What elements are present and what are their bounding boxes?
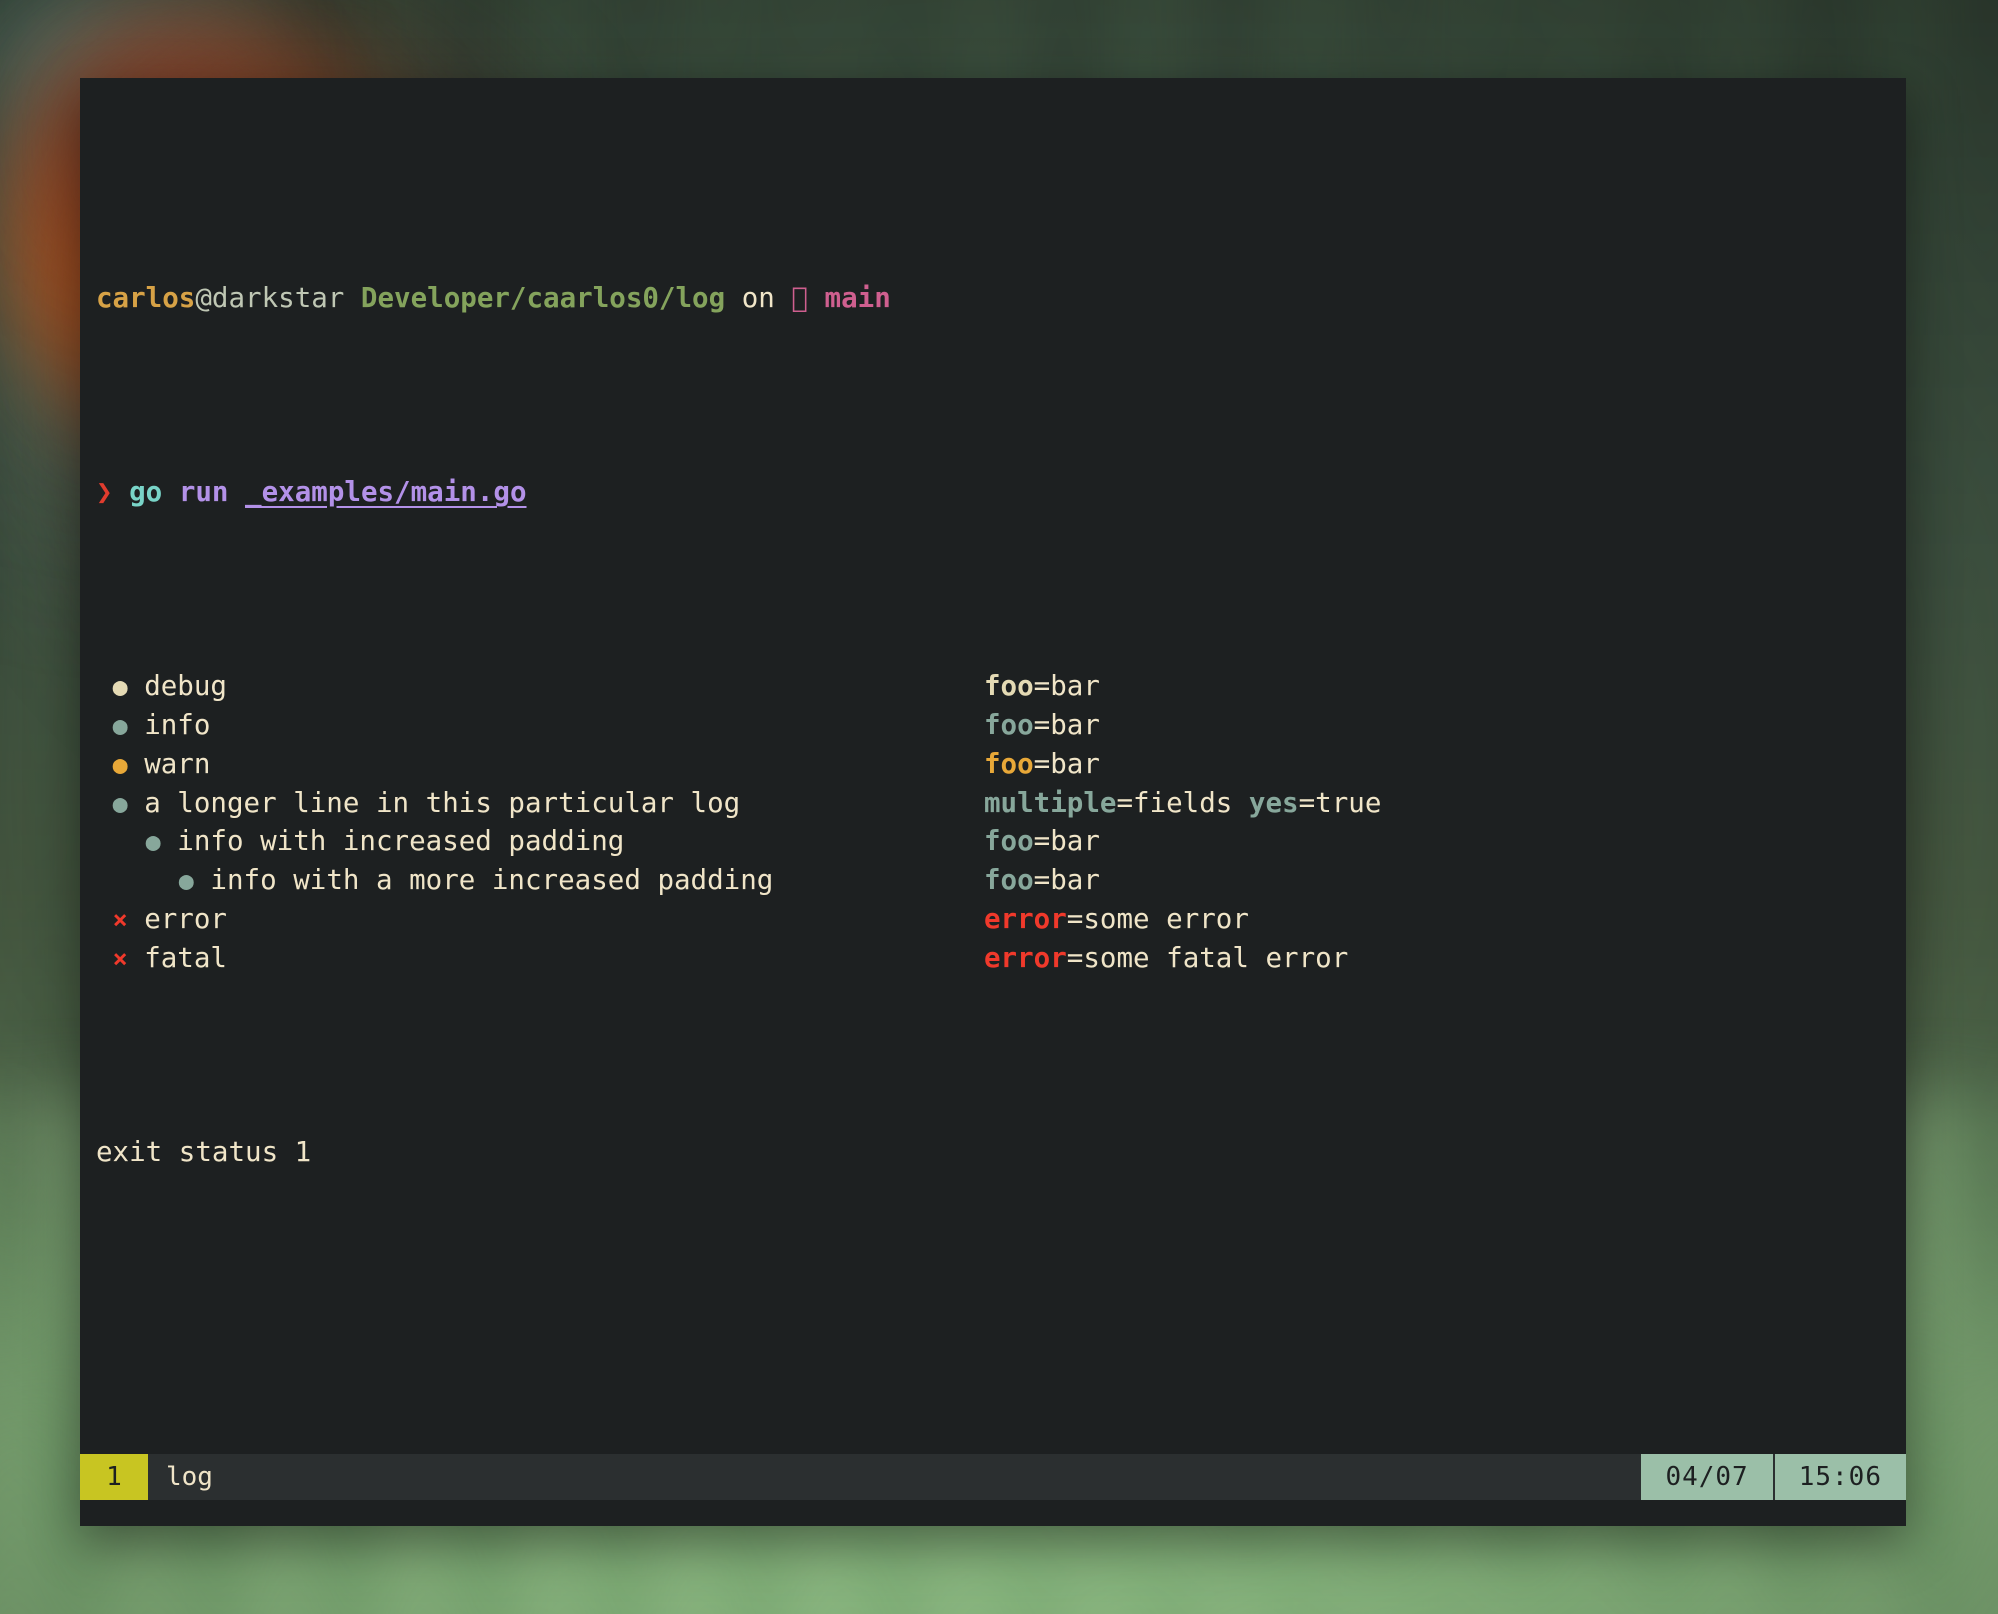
- log-row: × error error=some error: [96, 900, 1906, 939]
- prompt-path: Developer/caarlos0/log: [360, 282, 726, 315]
- log-row: ● debug foo=bar: [96, 667, 1906, 706]
- log-field-equals: =: [1033, 825, 1051, 858]
- log-message: warn: [144, 747, 211, 780]
- log-field-key: foo: [984, 864, 1034, 897]
- log-field-value: some fatal error: [1083, 941, 1349, 974]
- log-fields: foo=bar: [984, 822, 1100, 861]
- output-spacer: [96, 1288, 1906, 1327]
- log-output-list: ● debug foo=bar ● info foo=bar ● warn foo=b…: [96, 667, 1906, 977]
- log-field-equals: =: [1298, 786, 1316, 819]
- terminal-window[interactable]: carlos@darkstar Developer/caarlos0/log o…: [80, 78, 1906, 1526]
- prompt-at-symbol: @: [195, 282, 212, 315]
- log-field-value: bar: [1050, 670, 1100, 703]
- command-subcommand: run: [178, 476, 229, 509]
- log-field-key: yes: [1248, 786, 1299, 819]
- log-fields: error=some error: [984, 900, 1249, 939]
- git-branch-icon: : [791, 282, 808, 315]
- log-fields: multiple=fields yes=true: [984, 784, 1381, 823]
- log-field-value: bar: [1050, 747, 1100, 780]
- log-fields: foo=bar: [984, 745, 1100, 784]
- command-binary: go: [129, 476, 163, 509]
- log-field-equals: =: [1066, 941, 1084, 974]
- prompt-symbol: ❯: [96, 476, 113, 509]
- log-message: info: [144, 708, 211, 741]
- status-date: 04/07: [1641, 1454, 1773, 1500]
- command-file-arg: _examples/main.go: [245, 476, 527, 509]
- log-row: ● info with a more increased padding foo=…: [96, 861, 1906, 900]
- log-field-equals: =: [1033, 670, 1051, 703]
- log-field-equals: =: [1033, 864, 1051, 897]
- log-level-glyph-warn: ●: [112, 749, 128, 779]
- log-field-value: true: [1315, 786, 1382, 819]
- log-message: info with a more increased padding: [210, 864, 774, 897]
- log-field-equals: =: [1033, 708, 1051, 741]
- log-level-glyph-error: ×: [112, 904, 128, 934]
- log-level-glyph-debug: ●: [112, 672, 128, 702]
- log-level-glyph-info: ●: [145, 827, 161, 857]
- window-index-badge[interactable]: 1: [80, 1454, 148, 1500]
- log-message: info with increased padding: [177, 825, 625, 858]
- log-level-glyph-info: ●: [112, 788, 128, 818]
- command-line: ❯ go run _examples/main.go: [96, 473, 1906, 512]
- log-field-key: foo: [984, 825, 1034, 858]
- log-row: × fatal error=some fatal error: [96, 939, 1906, 978]
- log-field-value: some error: [1083, 902, 1249, 935]
- log-fields: foo=bar: [984, 861, 1100, 900]
- log-field-key: foo: [984, 670, 1034, 703]
- log-field-equals: =: [1116, 786, 1134, 819]
- log-field-value: bar: [1050, 864, 1100, 897]
- log-field-value: bar: [1050, 825, 1100, 858]
- log-field-key: foo: [984, 708, 1034, 741]
- log-level-glyph-fatal: ×: [112, 943, 128, 973]
- exit-status-line: exit status 1: [96, 1135, 312, 1168]
- prompt-line-first: carlos@darkstar Developer/caarlos0/log o…: [96, 279, 1906, 318]
- prompt-host: darkstar: [211, 282, 345, 315]
- log-fields: error=some fatal error: [984, 939, 1348, 978]
- log-field-key: foo: [984, 747, 1034, 780]
- status-time: 15:06: [1774, 1454, 1906, 1500]
- session-title[interactable]: log: [148, 1454, 231, 1500]
- log-row: ● warn foo=bar: [96, 745, 1906, 784]
- log-message: fatal: [144, 941, 227, 974]
- status-bar-spacer: [231, 1454, 1641, 1500]
- prompt-user: carlos: [96, 282, 196, 315]
- log-message: a longer line in this particular log: [144, 786, 741, 819]
- prompt-git-branch: main: [824, 282, 891, 315]
- log-fields: foo=bar: [984, 706, 1100, 745]
- log-row: ● a longer line in this particular log mu…: [96, 784, 1906, 823]
- log-field-key: multiple: [984, 786, 1117, 819]
- log-row: ● info with increased padding foo=bar: [96, 822, 1906, 861]
- terminal-output-area[interactable]: carlos@darkstar Developer/caarlos0/log o…: [80, 78, 1906, 1454]
- log-field-key: error: [984, 902, 1067, 935]
- log-field-value: fields: [1133, 786, 1233, 819]
- log-row: ● info foo=bar: [96, 706, 1906, 745]
- status-bar: 1 log 04/07 15:06: [80, 1454, 1906, 1500]
- prompt-on-label: on: [741, 282, 775, 315]
- log-field-value: bar: [1050, 708, 1100, 741]
- log-field-equals: =: [1033, 747, 1051, 780]
- log-message: error: [144, 902, 227, 935]
- log-level-glyph-info: ●: [178, 866, 194, 896]
- log-fields: foo=bar: [984, 667, 1100, 706]
- log-level-glyph-info: ●: [112, 710, 128, 740]
- log-field-equals: =: [1066, 902, 1084, 935]
- log-field-key: error: [984, 941, 1067, 974]
- log-message: debug: [144, 670, 227, 703]
